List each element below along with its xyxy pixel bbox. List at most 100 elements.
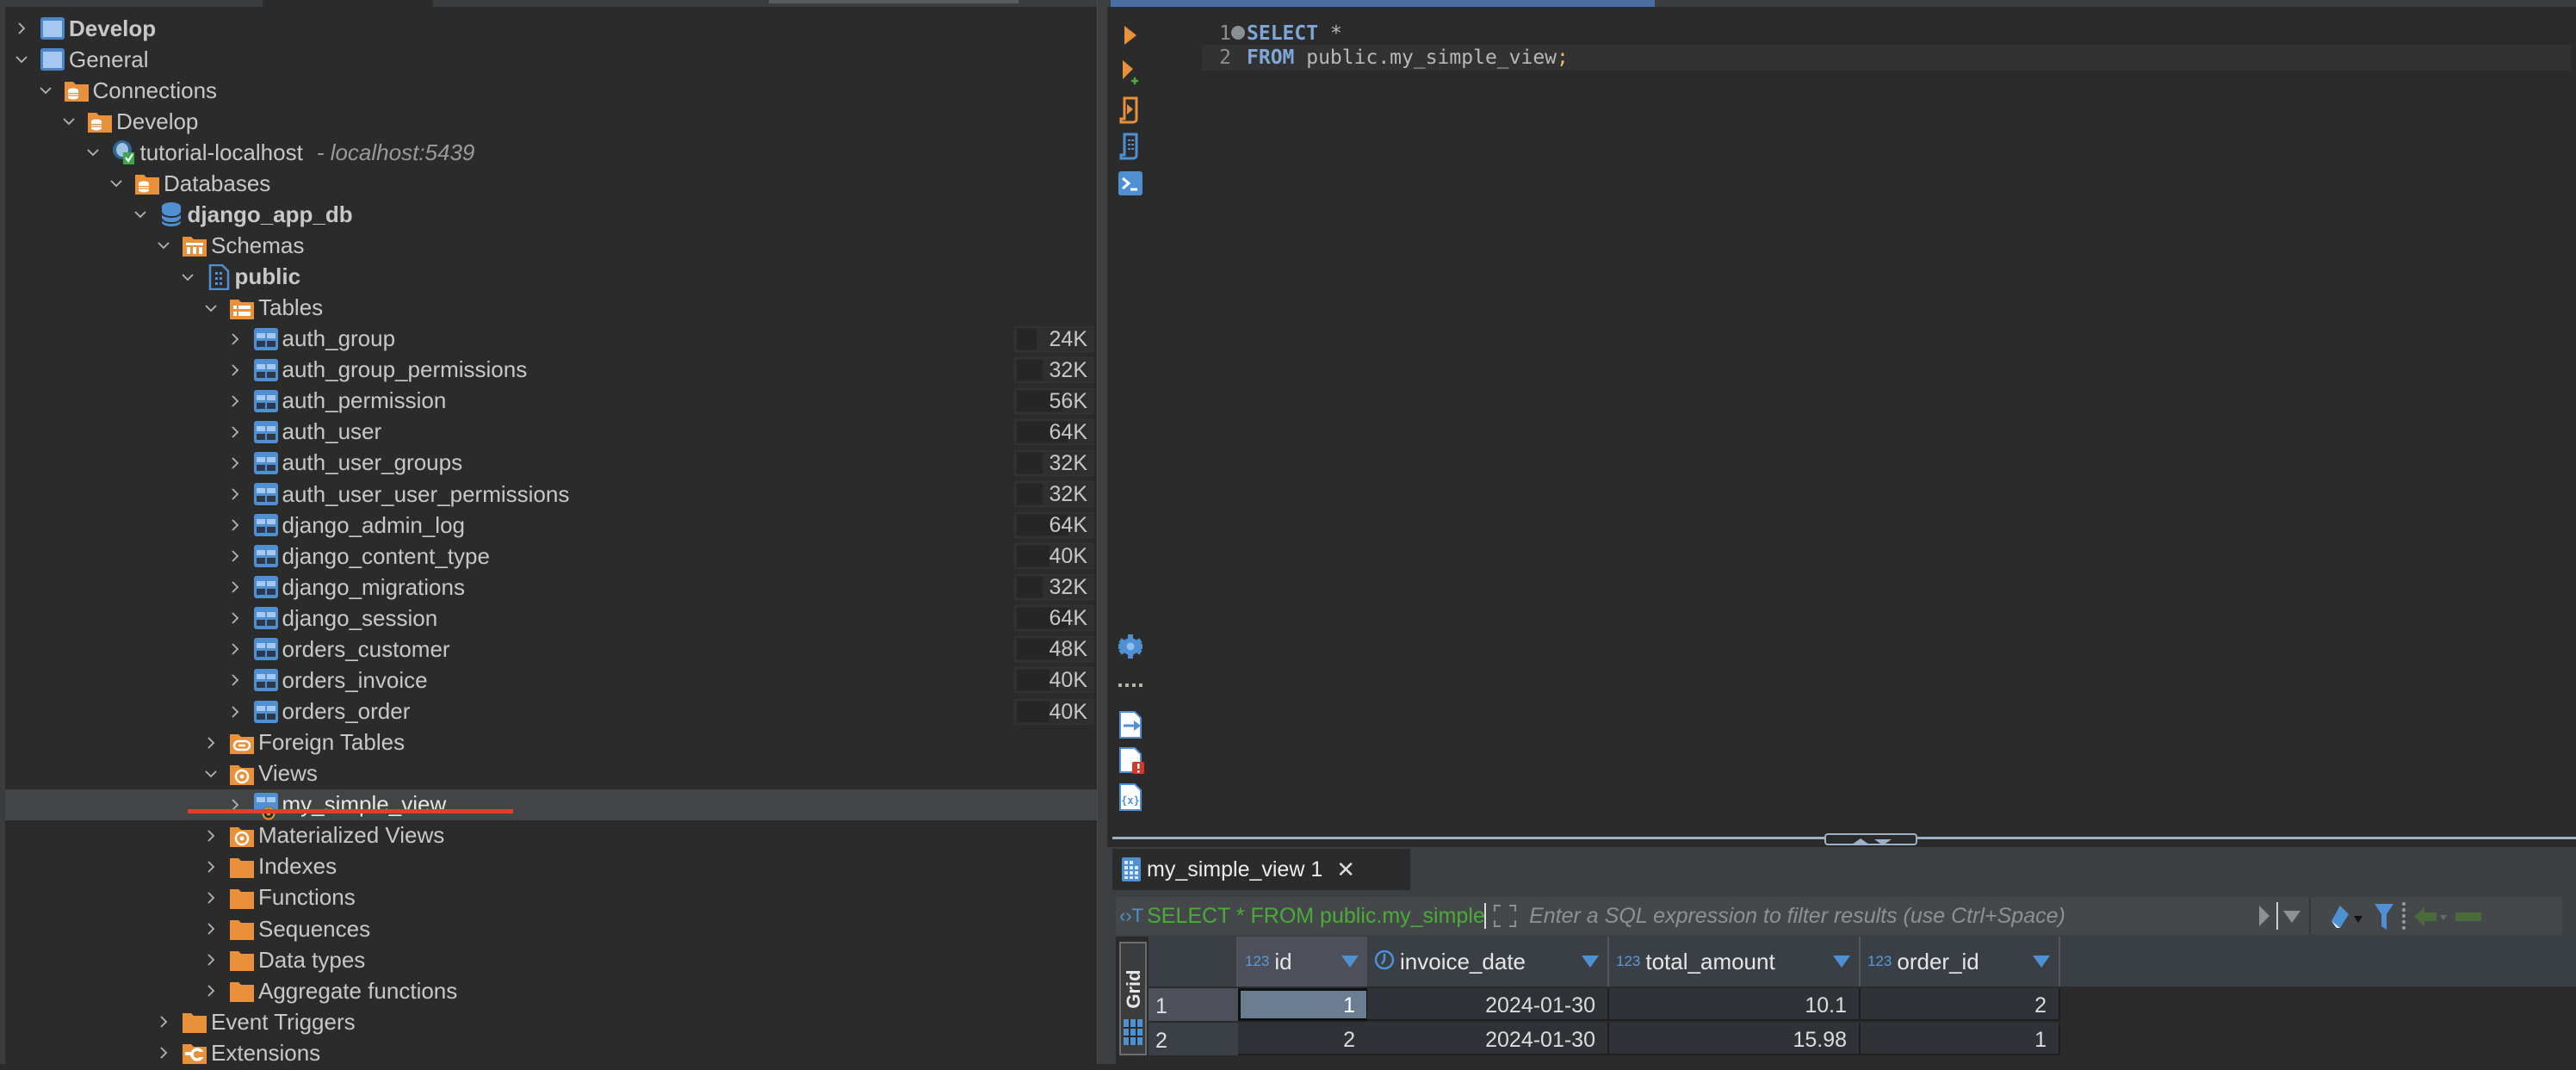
tree-node-aggregate-functions[interactable]: Aggregate functions bbox=[5, 975, 1097, 1006]
tree-node-django-app-db[interactable]: django_app_db bbox=[5, 199, 1097, 230]
tree-node-auth-user[interactable]: auth_user 64K bbox=[5, 417, 1097, 448]
tree-node-develop[interactable]: Develop bbox=[5, 106, 1097, 137]
column-header-order-id[interactable]: 123 order_id bbox=[1861, 937, 2060, 987]
chevron-right-icon[interactable] bbox=[201, 857, 220, 876]
back-arrow-icon[interactable] bbox=[2412, 904, 2450, 934]
tree-node-django-content-type[interactable]: django_content_type 40K bbox=[5, 541, 1097, 572]
eraser-clear-filter-icon[interactable] bbox=[2328, 902, 2366, 936]
close-tab-icon[interactable]: ✕ bbox=[1336, 857, 1355, 883]
chevron-down-icon[interactable] bbox=[201, 764, 220, 783]
execute-script-icon[interactable] bbox=[1118, 96, 1143, 124]
column-header-invoice-date[interactable]: invoice_date bbox=[1367, 937, 1609, 987]
column-header-id[interactable]: 123 id bbox=[1238, 937, 1369, 987]
grid-cell[interactable]: 2024-01-30 bbox=[1367, 988, 1609, 1021]
execute-statement-icon[interactable] bbox=[1118, 22, 1143, 48]
chevron-right-icon[interactable] bbox=[226, 547, 245, 566]
settings-gear-icon[interactable] bbox=[1118, 634, 1143, 659]
chevron-right-icon[interactable] bbox=[226, 454, 245, 473]
chevron-down-icon[interactable] bbox=[154, 236, 173, 255]
column-header-total-amount[interactable]: 123 total_amount bbox=[1609, 937, 1861, 987]
tree-node-auth-user-groups[interactable]: auth_user_groups 32K bbox=[5, 448, 1097, 479]
grid-corner-header[interactable] bbox=[1149, 937, 1238, 987]
chevron-right-icon[interactable] bbox=[201, 733, 220, 752]
tree-node-django-session[interactable]: django_session 64K bbox=[5, 603, 1097, 634]
forward-arrow-icon[interactable] bbox=[2455, 904, 2481, 934]
row-number[interactable]: 2 bbox=[1149, 1023, 1238, 1055]
tree-node-django-migrations[interactable]: django_migrations 32K bbox=[5, 572, 1097, 603]
code-line[interactable]: 2 FROM public.my_simple_view; bbox=[1202, 45, 2571, 71]
result-tab[interactable]: my_simple_view 1 ✕ bbox=[1112, 849, 1410, 890]
chevron-right-icon[interactable] bbox=[226, 516, 245, 535]
expand-filter-icon[interactable] bbox=[1493, 904, 1517, 928]
chevron-right-icon[interactable] bbox=[12, 19, 31, 38]
chevron-right-icon[interactable] bbox=[226, 330, 245, 349]
grid-cell[interactable]: 2024-01-30 bbox=[1367, 1023, 1609, 1055]
filter-input[interactable]: ‹›T SELECT * FROM public.my_simple_view … bbox=[1116, 897, 2311, 935]
chevron-right-icon[interactable] bbox=[201, 981, 220, 1000]
grid-cell[interactable]: 10.1 bbox=[1609, 988, 1861, 1021]
column-sort-filter-icon[interactable] bbox=[1341, 956, 1359, 968]
grid-cell[interactable]: 1 bbox=[1861, 1023, 2060, 1055]
chevron-right-icon[interactable] bbox=[201, 950, 220, 969]
chevron-right-icon[interactable] bbox=[226, 702, 245, 721]
chevron-down-icon[interactable] bbox=[178, 268, 197, 287]
chevron-right-icon[interactable] bbox=[226, 485, 245, 504]
apply-filter-icon[interactable] bbox=[2259, 906, 2269, 926]
more-dots-icon[interactable] bbox=[1118, 678, 1143, 704]
tree-node-public[interactable]: public bbox=[5, 262, 1097, 293]
tree-node-orders-customer[interactable]: orders_customer 48K bbox=[5, 634, 1097, 665]
chevron-down-icon[interactable] bbox=[36, 81, 55, 100]
chevron-right-icon[interactable] bbox=[226, 640, 245, 659]
navigator-tab[interactable] bbox=[769, 0, 1019, 3]
tree-node-data-types[interactable]: Data types bbox=[5, 944, 1097, 975]
tree-node-views[interactable]: Views bbox=[5, 758, 1097, 789]
chevron-down-icon[interactable] bbox=[12, 50, 31, 69]
chevron-right-icon[interactable] bbox=[201, 888, 220, 907]
chevron-down-icon[interactable] bbox=[84, 143, 102, 162]
tree-node-functions[interactable]: Functions bbox=[5, 882, 1097, 913]
grid-cell[interactable]: 2 bbox=[1861, 988, 2060, 1021]
export-results-icon[interactable] bbox=[1118, 711, 1143, 739]
column-sort-filter-icon[interactable] bbox=[1582, 956, 1599, 968]
tree-node-auth-group[interactable]: auth_group 24K bbox=[5, 324, 1097, 355]
tree-node-auth-user-user-permissions[interactable]: auth_user_user_permissions 32K bbox=[5, 479, 1097, 510]
tree-node-auth-group-permissions[interactable]: auth_group_permissions 32K bbox=[5, 355, 1097, 386]
chevron-down-icon[interactable] bbox=[107, 174, 126, 193]
execute-script-new-tabs-icon[interactable] bbox=[1118, 133, 1143, 160]
tree-node-tables[interactable]: Tables bbox=[5, 293, 1097, 324]
tree-node-general[interactable]: General bbox=[5, 44, 1097, 75]
tree-node-orders-order[interactable]: orders_order 40K bbox=[5, 696, 1097, 727]
tree-node-django-admin-log[interactable]: django_admin_log 64K bbox=[5, 510, 1097, 541]
sql-editor[interactable]: {x} 1 SELECT * 2 FROM public.my_simple_view… bbox=[1107, 7, 2576, 833]
chevron-right-icon[interactable] bbox=[154, 1012, 173, 1031]
fold-collapse-icon[interactable] bbox=[1231, 25, 1245, 40]
grid-cell[interactable]: 2 bbox=[1238, 1023, 1369, 1055]
chevron-right-icon[interactable] bbox=[226, 578, 245, 597]
maximize-restore-handle[interactable] bbox=[1824, 833, 1917, 845]
tree-node-orders-invoice[interactable]: orders_invoice 40K bbox=[5, 665, 1097, 696]
tree-node-my-simple-view[interactable]: my_simple_view bbox=[5, 789, 1097, 820]
row-number[interactable]: 1 bbox=[1149, 988, 1238, 1021]
tree-node-indexes[interactable]: Indexes bbox=[5, 851, 1097, 882]
tree-node-auth-permission[interactable]: auth_permission 56K bbox=[5, 386, 1097, 417]
results-grid[interactable]: Grid 123 id invoice_date 123 total_amount 123… bbox=[1116, 937, 2576, 1064]
chevron-down-icon[interactable] bbox=[59, 112, 78, 131]
filter-funnel-icon[interactable] bbox=[2373, 902, 2395, 936]
code-line[interactable]: 1 SELECT * bbox=[1202, 21, 2571, 46]
chevron-right-icon[interactable] bbox=[226, 671, 245, 690]
tree-node-develop[interactable]: Develop bbox=[5, 13, 1097, 44]
results-splitter[interactable] bbox=[1107, 833, 2576, 847]
tree-node-connections[interactable]: Connections bbox=[5, 75, 1097, 106]
tree-node-event-triggers[interactable]: Event Triggers bbox=[5, 1006, 1097, 1037]
navigator-tab-active[interactable] bbox=[263, 0, 433, 7]
editor-tab-active[interactable] bbox=[1111, 0, 1655, 7]
chevron-right-icon[interactable] bbox=[226, 361, 245, 380]
tree-node-tutorial-localhost[interactable]: tutorial-localhost - localhost:5439 bbox=[5, 137, 1097, 168]
chevron-right-icon[interactable] bbox=[201, 919, 220, 938]
chevron-right-icon[interactable] bbox=[226, 609, 245, 628]
tree-node-sequences[interactable]: Sequences bbox=[5, 913, 1097, 944]
grid-view-toggle[interactable]: Grid bbox=[1119, 942, 1147, 1055]
open-terminal-icon[interactable] bbox=[1118, 170, 1143, 196]
column-sort-filter-icon[interactable] bbox=[2033, 956, 2050, 968]
tree-node-databases[interactable]: Databases bbox=[5, 168, 1097, 199]
